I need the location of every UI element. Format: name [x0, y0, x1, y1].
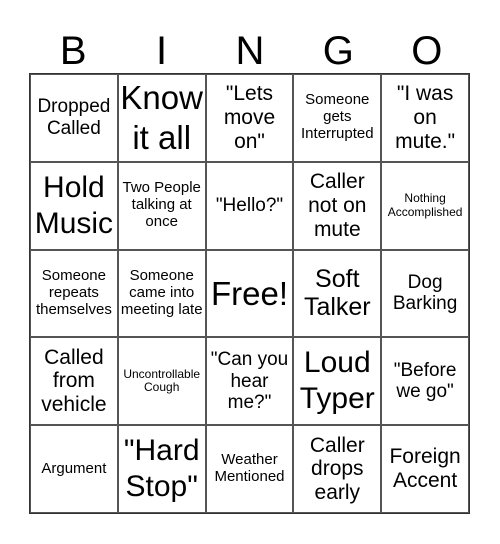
bingo-cell[interactable]: Someone gets Interrupted — [293, 74, 382, 162]
bingo-cell[interactable]: "Can you hear me?" — [205, 337, 294, 426]
header-letter-b: B — [59, 29, 87, 73]
bingo-cell[interactable]: Weather Mentioned — [205, 425, 294, 513]
bingo-cell[interactable]: "I was on mute." — [381, 74, 469, 162]
free-space-cell[interactable]: Free! — [205, 249, 294, 338]
bingo-header: B I N G O — [29, 30, 471, 73]
bingo-grid: Dropped Called Know it all "Lets move on… — [29, 73, 470, 514]
bingo-cell[interactable]: Two People talking at once — [117, 161, 206, 250]
bingo-cell[interactable]: Loud Typer — [293, 337, 382, 426]
bingo-cell[interactable]: Hold Music — [30, 161, 118, 250]
bingo-cell[interactable]: "Before we go" — [381, 337, 469, 426]
bingo-cell[interactable]: Argument — [30, 425, 118, 513]
bingo-cell[interactable]: Uncontrollable Cough — [117, 337, 206, 426]
bingo-cell[interactable]: "Lets move on" — [205, 74, 294, 162]
bingo-cell[interactable]: Foreign Accent — [381, 425, 469, 513]
header-letter-i: I — [156, 29, 168, 73]
bingo-cell[interactable]: Caller drops early — [293, 425, 382, 513]
bingo-cell[interactable]: Someone came into meeting late — [117, 249, 206, 338]
bingo-cell[interactable]: Called from vehicle — [30, 337, 118, 426]
bingo-cell[interactable]: Someone repeats themselves — [30, 249, 118, 338]
bingo-cell[interactable]: "Hard Stop" — [117, 425, 206, 513]
header-letter-n: N — [235, 29, 265, 73]
bingo-cell[interactable]: Soft Talker — [293, 249, 382, 338]
bingo-cell[interactable]: Nothing Accomplished — [381, 161, 469, 250]
bingo-cell[interactable]: Caller not on mute — [293, 161, 382, 250]
bingo-cell[interactable]: Dog Barking — [381, 249, 469, 338]
bingo-cell[interactable]: Know it all — [117, 74, 206, 162]
header-letter-o: O — [411, 29, 443, 73]
header-letter-g: G — [322, 29, 354, 73]
bingo-cell[interactable]: "Hello?" — [205, 161, 294, 250]
bingo-cell[interactable]: Dropped Called — [30, 74, 118, 162]
